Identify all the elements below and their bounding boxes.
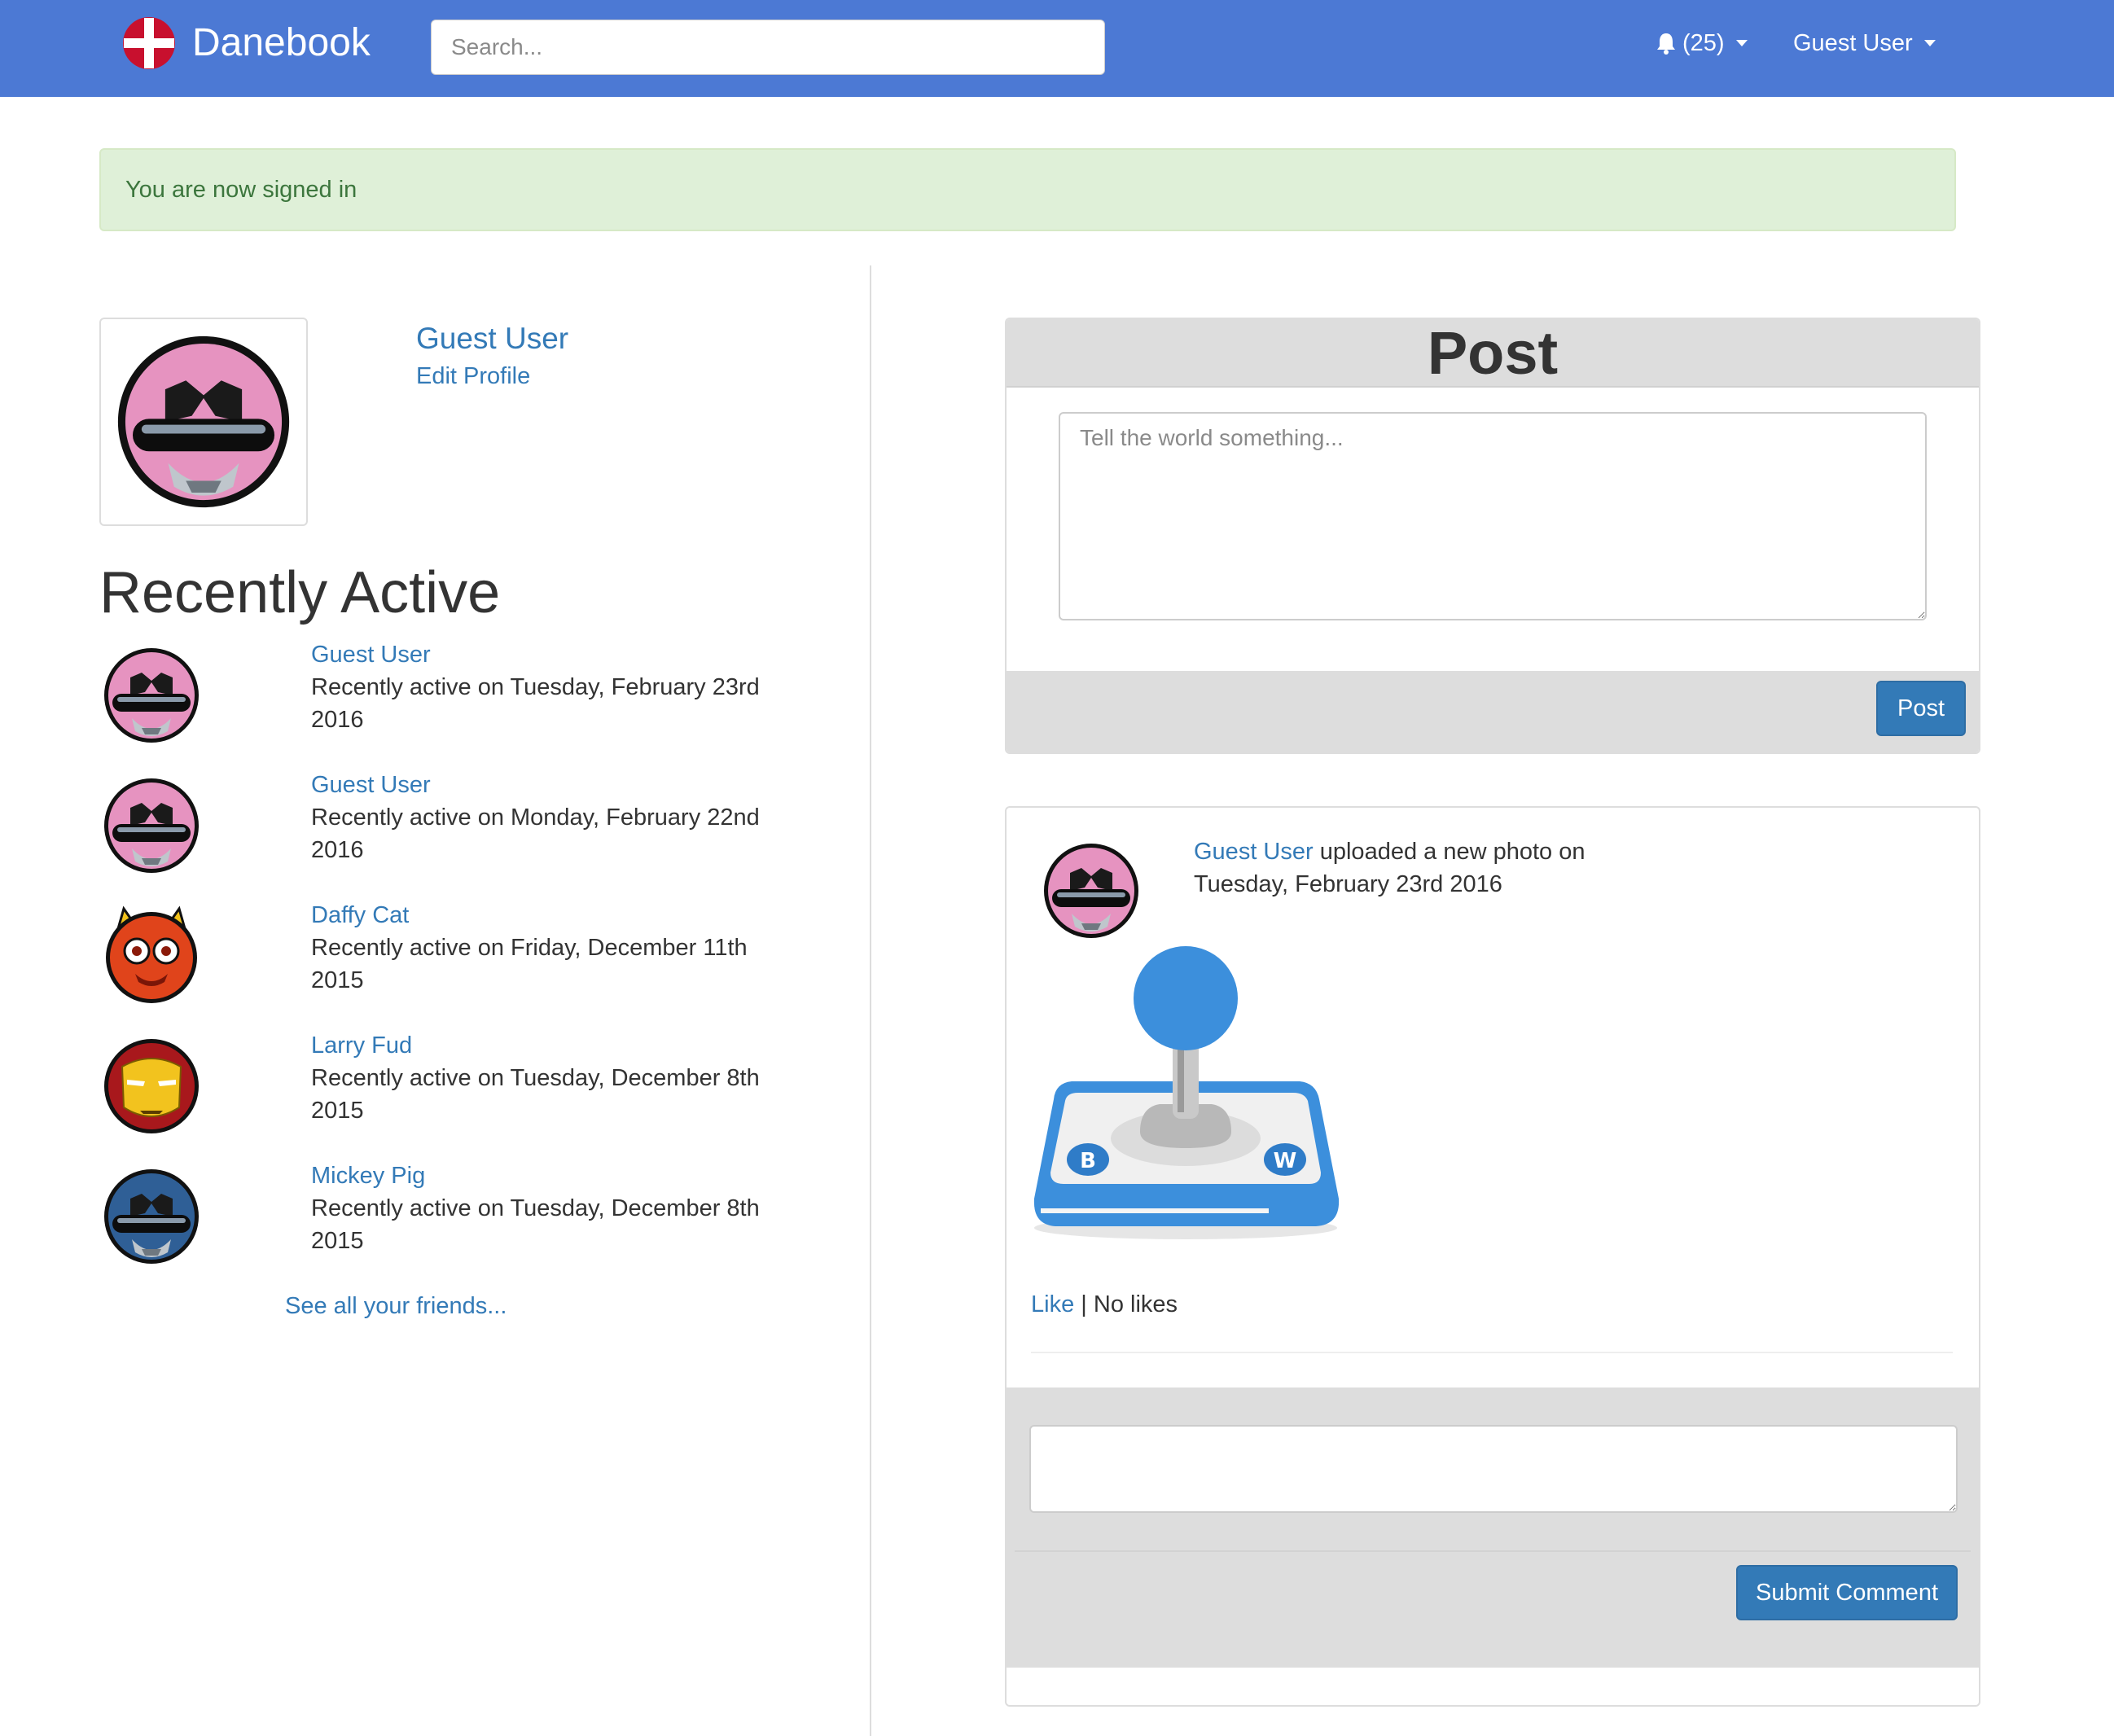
pink-ranger-avatar[interactable] [99,774,204,878]
friend-name-link[interactable]: Daffy Cat [311,899,409,932]
pink-ranger-avatar[interactable] [99,643,204,747]
user-menu[interactable]: Guest User [1793,24,1936,62]
like-separator: | [1081,1291,1087,1317]
likes-count: No likes [1093,1291,1178,1317]
svg-text:W: W [1274,1149,1297,1173]
post-composer-panel: Post Post [1005,318,1980,754]
friend-activity: Recently active on Tuesday, December 8th… [311,1195,760,1254]
chevron-down-icon [1735,40,1748,46]
pink-ranger-avatar[interactable] [1039,839,1143,943]
alert-message: You are now signed in [125,176,357,203]
search-input[interactable] [431,20,1105,75]
brand[interactable]: Danebook [122,15,371,72]
like-link[interactable]: Like [1031,1291,1074,1317]
iron-mask-avatar[interactable] [99,1034,204,1138]
friend-name-link[interactable]: Guest User [311,638,431,671]
edit-profile-link[interactable]: Edit Profile [416,360,530,392]
comment-textarea[interactable] [1029,1425,1958,1513]
pink-ranger-avatar [117,335,290,508]
friend-activity: Recently active on Tuesday, February 23r… [311,674,760,733]
danish-flag-icon [123,17,175,69]
see-all-friends-link[interactable]: See all your friends... [285,1290,507,1322]
post-composer-footer: Post [1007,671,1979,752]
blue-ranger-avatar[interactable] [99,1164,204,1269]
feed-post-header: Guest User uploaded a new photo on Tuesd… [1194,835,1764,901]
recently-active-heading: Recently Active [99,560,501,625]
like-row: Like | No likes [1031,1288,1178,1321]
brand-name: Danebook [192,21,371,64]
bell-icon [1657,33,1675,55]
profile-name-link[interactable]: Guest User [416,319,568,358]
notifications-menu[interactable]: (25) [1656,24,1748,62]
comment-divider [1015,1550,1971,1552]
column-divider [870,265,871,1736]
post-button[interactable]: Post [1876,681,1966,736]
friend-activity: Recently active on Friday, December 11th… [311,935,748,993]
friend-activity: Recently active on Tuesday, December 8th… [311,1065,760,1124]
submit-comment-button[interactable]: Submit Comment [1736,1565,1958,1620]
friend-name-link[interactable]: Larry Fud [311,1029,412,1062]
feed-divider [1031,1352,1953,1353]
friend-name-link[interactable]: Mickey Pig [311,1160,425,1192]
post-textarea[interactable] [1059,412,1927,620]
red-devil-avatar[interactable] [99,904,204,1008]
navbar: Danebook (25) Guest User [0,0,2114,97]
profile-photo[interactable] [99,318,308,526]
friend-activity: Recently active on Monday, February 22nd… [311,804,760,863]
notification-count: (25) [1682,29,1725,56]
friend-name-link[interactable]: Guest User [311,769,431,801]
chevron-down-icon [1923,40,1936,46]
signed-in-alert: You are now signed in [99,148,1956,231]
svg-text:B: B [1080,1149,1096,1173]
feed-author-link[interactable]: Guest User [1194,839,1314,865]
post-composer-title: Post [1007,319,1979,388]
user-menu-label: Guest User [1793,29,1913,56]
feed-action: uploaded a new photo on [1319,839,1586,865]
feed-date: Tuesday, February 23rd 2016 [1194,871,1502,897]
feed-post: Guest User uploaded a new photo on Tuesd… [1005,806,1980,1707]
comment-form: Submit Comment [1007,1387,1979,1668]
joystick-photo[interactable]: B W [1031,940,1340,1249]
